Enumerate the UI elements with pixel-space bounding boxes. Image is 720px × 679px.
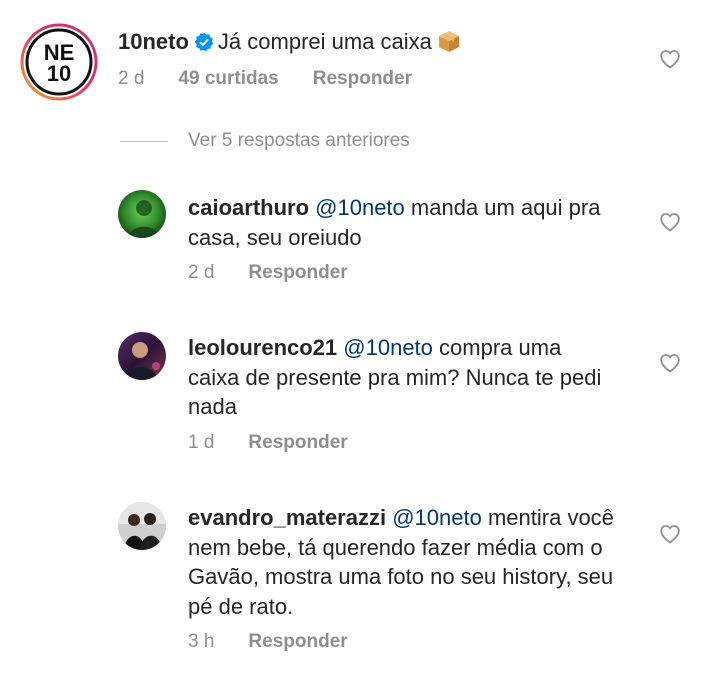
avatar-image — [118, 332, 166, 380]
avatar-image: NE 10 — [20, 23, 98, 101]
reply-body: evandro_materazzi @10neto mentira você n… — [188, 503, 633, 621]
view-previous-replies[interactable]: Ver 5 respostas anteriores — [120, 130, 410, 152]
reply-button[interactable]: Responder — [248, 432, 347, 454]
reply-username[interactable]: evandro_materazzi — [188, 505, 386, 530]
reply-body: leolourenco21 @10neto compra uma caixa d… — [188, 333, 608, 422]
like-heart-icon[interactable] — [658, 210, 682, 234]
reply-body: caioarthuro @10neto manda um aqui pra ca… — [188, 193, 628, 252]
avatar-image — [118, 190, 166, 238]
avatar[interactable]: NE 10 — [20, 23, 98, 101]
like-heart-icon[interactable] — [658, 522, 682, 546]
view-previous-label: Ver 5 respostas anteriores — [188, 130, 410, 151]
avatar[interactable] — [118, 502, 166, 550]
avatar-image — [118, 502, 166, 550]
reply-username[interactable]: leolourenco21 — [188, 335, 337, 360]
like-heart-icon[interactable] — [658, 351, 682, 375]
reply-button[interactable]: Responder — [313, 68, 412, 90]
verified-badge-icon — [194, 32, 214, 52]
reply-meta: 1 d Responder — [188, 432, 348, 454]
comment-meta: 2 d 49 curtidas Responder — [118, 68, 412, 90]
reply-meta: 3 h Responder — [188, 631, 348, 653]
reply-time: 3 h — [188, 631, 215, 652]
reply-button[interactable]: Responder — [248, 262, 347, 284]
reply-meta: 2 d Responder — [188, 262, 348, 284]
avatar-logo-bottom: 10 — [47, 61, 71, 86]
package-emoji-icon — [438, 31, 459, 52]
reply-time: 1 d — [188, 432, 215, 453]
reply-button[interactable]: Responder — [248, 631, 347, 653]
reply-time: 2 d — [188, 262, 215, 283]
like-heart-icon[interactable] — [658, 47, 682, 71]
mention-link[interactable]: @10neto — [315, 195, 405, 220]
comment-likes[interactable]: 49 curtidas — [178, 68, 278, 90]
avatar[interactable] — [118, 190, 166, 238]
reply-username[interactable]: caioarthuro — [188, 195, 309, 220]
mention-link[interactable]: @10neto — [343, 335, 433, 360]
comment-time: 2 d — [118, 68, 145, 89]
comment-username[interactable]: 10neto — [118, 29, 189, 54]
avatar[interactable] — [118, 332, 166, 380]
divider-line — [120, 140, 168, 142]
comment-body: 10neto Já comprei uma caixa — [118, 27, 658, 57]
mention-link[interactable]: @10neto — [392, 505, 482, 530]
comment-text: Já comprei uma caixa — [217, 29, 432, 54]
